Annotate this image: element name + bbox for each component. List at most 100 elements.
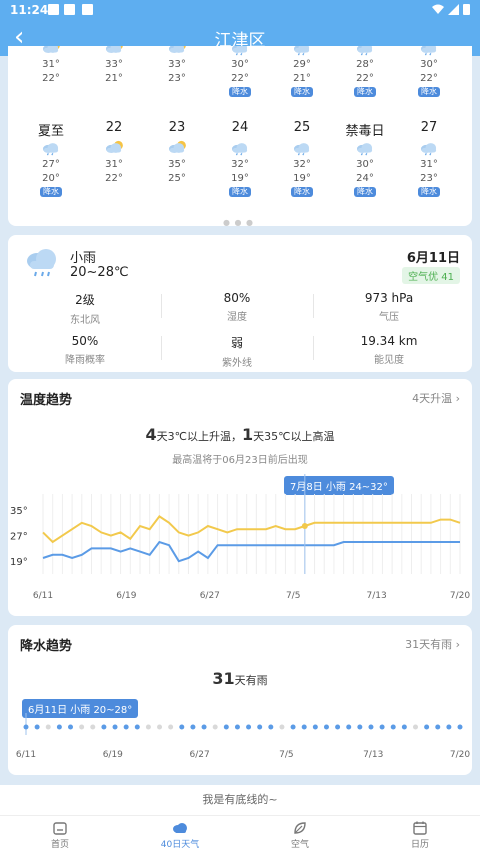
rain-tag: 降水 (354, 187, 376, 197)
day-high: 33° (168, 59, 186, 70)
x-tick-label: 6/11 (33, 591, 53, 601)
day-low: 19° (293, 173, 311, 184)
home-icon (53, 822, 67, 835)
signal-icon (448, 4, 460, 15)
x-tick-label: 7/20 (450, 591, 470, 601)
rain-chart[interactable]: 6/11 6/19 6/27 7/5 7/13 7/20 (8, 713, 472, 773)
dry-day-dot (157, 724, 163, 730)
temp-more-link[interactable]: 4天升温 › (412, 390, 460, 406)
rain-more-link[interactable]: 31天有雨 › (405, 636, 460, 652)
day-high: 31° (42, 59, 60, 70)
temp-subline: 最高温将于06月23日前后出现 (172, 455, 308, 466)
rain-day-dot (34, 724, 40, 730)
temperature-series-line (42, 540, 460, 563)
rain-day-dot (368, 724, 374, 730)
rain-headline: 31天有雨 (8, 669, 472, 688)
calendar-day[interactable]: 28° 22° 降水 (340, 46, 390, 97)
nav-40day-label: 40日天气 (160, 840, 200, 850)
day-high: 30° (420, 59, 438, 70)
day-high: 35° (168, 159, 186, 170)
calendar-day[interactable]: 25 32° 19° 降水 (277, 120, 327, 197)
rain-tag: 降水 (418, 87, 440, 97)
day-high: 31° (420, 159, 438, 170)
humidity-label: 湿度 (227, 312, 247, 323)
calendar-day[interactable]: 30° 22° 降水 (215, 46, 265, 97)
temperature-chart[interactable]: 35° 27° 19° 6/11 6/19 6/27 7/5 7/13 7/20 (8, 474, 472, 604)
nav-40day[interactable]: 40日天气 (120, 820, 240, 850)
rain-day-dot (190, 724, 196, 730)
day-low: 22° (420, 73, 438, 84)
calendar-day[interactable]: 禁毒日 30° 24° 降水 (340, 120, 390, 197)
rain-prob-label: 降雨概率 (65, 355, 105, 366)
rain-day-dot (268, 724, 274, 730)
y-tick-label: 19° (10, 557, 28, 568)
hot-days-text: 天35℃以上高温 (253, 430, 335, 443)
rain-cloud-icon (421, 46, 437, 56)
rain-cloud-icon (232, 46, 248, 56)
visibility-value: 19.34 km (360, 334, 418, 348)
calendar-day[interactable]: 夏至 27° 20° 降水 (26, 120, 76, 197)
dry-day-dot (79, 724, 85, 730)
rain-day-dot (301, 724, 307, 730)
visibility-stat: 19.34 km 能见度 (314, 334, 464, 366)
calendar-day[interactable]: 30° 22° 降水 (404, 46, 454, 97)
calendar-day[interactable]: 24 32° 19° 降水 (215, 120, 265, 197)
dry-day-dot (45, 724, 51, 730)
x-tick-label: 7/5 (279, 750, 293, 760)
rain-cloud-icon (27, 249, 56, 277)
leaf-icon (294, 822, 306, 834)
today-date: 6月11日 (406, 251, 460, 266)
rain-day-dot (23, 724, 29, 730)
a-icon (82, 4, 93, 15)
y-tick-label: 35° (10, 506, 28, 517)
wind-stat: 2级 东北风 (10, 291, 160, 326)
day-low: 22° (105, 173, 123, 184)
today-card[interactable]: 小雨 20~28℃ 6月11日 空气优 41 2级 东北风 80% 湿度 973 h… (8, 235, 472, 372)
section-title: 降水趋势 (20, 639, 73, 654)
footer-text: 我是有底线的~ (0, 785, 480, 815)
rain-more-label: 31天有雨 (405, 638, 453, 651)
calendar-day[interactable]: 33° 23° (152, 46, 202, 86)
calendar-day[interactable]: 27 31° 23° 降水 (404, 120, 454, 197)
status-right-icons (432, 3, 470, 18)
calendar-day[interactable]: 23 35° 25° (152, 120, 202, 186)
rain-day-dot (201, 724, 207, 730)
x-tick-label: 6/11 (16, 750, 36, 760)
rain-prob-value: 50% (71, 334, 99, 348)
calendar-day[interactable]: 29° 21° 降水 (277, 46, 327, 97)
status-time: 11:24 (10, 3, 49, 17)
visibility-label: 能见度 (374, 355, 404, 366)
day-low: 22° (356, 73, 374, 84)
temp-more-label: 4天升温 (412, 392, 453, 405)
rain-day-dot (357, 724, 363, 730)
day-label: 23 (168, 120, 186, 135)
nav-calendar[interactable]: 日历 (360, 820, 480, 850)
rain-cloud-icon (357, 143, 373, 156)
aqi-badge: 空气优 41 (402, 267, 460, 284)
calendar-day[interactable]: 33° 21° (89, 46, 139, 86)
nav-air[interactable]: 空气 (240, 820, 360, 850)
calendar-day[interactable]: 22 31° 22° (89, 120, 139, 186)
rain-day-dot (112, 724, 118, 730)
sun-cloud-icon (169, 46, 186, 53)
bottom-nav: 首页 40日天气 空气 日历 (0, 815, 480, 853)
uv-stat: 弱紫外线 (162, 334, 312, 369)
rain-day-dot (457, 724, 463, 730)
dry-day-dot (279, 724, 285, 730)
rain-tag: 降水 (418, 187, 440, 197)
rain-day-dot (335, 724, 341, 730)
sun-cloud-icon (106, 46, 123, 53)
rain-day-dot (435, 724, 441, 730)
rain-day-dot (68, 724, 74, 730)
warm-days-count: 4 (145, 425, 157, 444)
nav-home[interactable]: 首页 (0, 820, 120, 850)
x-tick-label: 6/19 (116, 591, 136, 601)
temperature-trend-card: 温度趋势 4天升温 › 4天3℃以上升温，1天35℃以上高温 最高温将于06月2… (8, 379, 472, 616)
weather-name: 小雨 (70, 251, 97, 266)
day-high: 30° (231, 59, 249, 70)
hot-days-count: 1 (242, 425, 254, 444)
day-low: 22° (42, 73, 60, 84)
day-high: 31° (105, 159, 123, 170)
rain-tag: 降水 (40, 187, 62, 197)
calendar-day[interactable]: 31° 22° (26, 46, 76, 86)
